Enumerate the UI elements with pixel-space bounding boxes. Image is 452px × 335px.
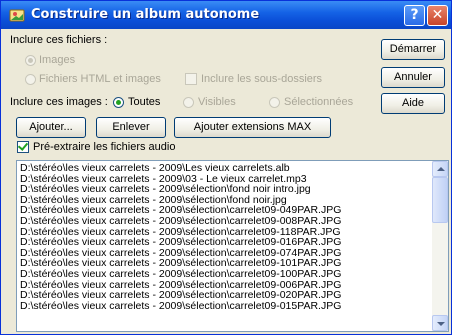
file-list-items: D:\stéréo\les vieux carrelets - 2009\Les… <box>20 163 428 311</box>
checkbox-preextract-audio[interactable] <box>17 140 29 153</box>
title-help-button[interactable]: ? <box>404 5 425 26</box>
scroll-thumb[interactable] <box>432 177 448 223</box>
title-close-button[interactable]: ✕ <box>427 5 448 26</box>
scroll-up-button[interactable] <box>432 161 448 177</box>
list-item[interactable]: D:\stéréo\les vieux carrelets - 2009\sél… <box>20 301 428 312</box>
window-title: Construire un album autonome <box>31 7 260 22</box>
list-item[interactable]: D:\stéréo\les vieux carrelets - 2009\sél… <box>20 227 428 238</box>
radio-visible[interactable] <box>183 97 194 108</box>
file-listbox[interactable]: D:\stéréo\les vieux carrelets - 2009\Les… <box>16 160 449 332</box>
list-item[interactable]: D:\stéréo\les vieux carrelets - 2009\sél… <box>20 248 428 259</box>
list-item[interactable]: D:\stéréo\les vieux carrelets - 2009\sél… <box>20 280 428 291</box>
list-item[interactable]: D:\stéréo\les vieux carrelets - 2009\sél… <box>20 216 428 227</box>
scroll-down-button[interactable] <box>432 315 448 331</box>
radio-html-images[interactable] <box>25 74 36 85</box>
help-button[interactable]: Aide <box>381 93 445 114</box>
list-item[interactable]: D:\stéréo\les vieux carrelets - 2009\sél… <box>20 290 428 301</box>
include-images-label: Inclure ces images : <box>10 96 108 108</box>
radio-selected[interactable] <box>269 97 280 108</box>
add-max-extensions-button[interactable]: Ajouter extensions MAX <box>174 117 331 138</box>
list-item[interactable]: D:\stéréo\les vieux carrelets - 2009\sél… <box>20 184 428 195</box>
list-item[interactable]: D:\stéréo\les vieux carrelets - 2009\sél… <box>20 195 428 206</box>
remove-button[interactable]: Enlever <box>96 117 166 138</box>
title-bar[interactable]: Construire un album autonome ? ✕ <box>1 1 451 29</box>
start-button[interactable]: Démarrer <box>381 39 445 60</box>
radio-all-label: Toutes <box>128 96 161 108</box>
radio-visible-label: Visibles <box>198 96 236 108</box>
list-item[interactable]: D:\stéréo\les vieux carrelets - 2009\03 … <box>20 174 428 185</box>
radio-all[interactable] <box>113 97 124 108</box>
include-files-label: Inclure ces fichiers : <box>10 34 108 46</box>
list-item[interactable]: D:\stéréo\les vieux carrelets - 2009\sél… <box>20 269 428 280</box>
radio-images[interactable] <box>25 55 36 66</box>
cancel-button[interactable]: Annuler <box>381 67 445 88</box>
list-item[interactable]: D:\stéréo\les vieux carrelets - 2009\sél… <box>20 237 428 248</box>
checkbox-subfolders-label: Inclure les sous-dossiers <box>201 73 323 85</box>
list-item[interactable]: D:\stéréo\les vieux carrelets - 2009\sél… <box>20 258 428 269</box>
checkbox-preextract-audio-label: Pré-extraire les fichiers audio <box>33 141 176 153</box>
list-item[interactable]: D:\stéréo\les vieux carrelets - 2009\sél… <box>20 205 428 216</box>
radio-selected-label: Sélectionnées <box>284 96 354 108</box>
scroll-down-arrow-icon <box>437 322 445 326</box>
add-button[interactable]: Ajouter... <box>16 117 86 138</box>
list-item[interactable]: D:\stéréo\les vieux carrelets - 2009\Les… <box>20 163 428 174</box>
dialog-window: Construire un album autonome ? ✕ Inclure… <box>0 0 452 335</box>
radio-images-label: Images <box>39 54 76 66</box>
scroll-up-arrow-icon <box>437 167 445 171</box>
checkbox-subfolders[interactable] <box>185 73 197 85</box>
vertical-scrollbar[interactable] <box>432 161 448 331</box>
radio-html-images-label: Fichiers HTML et images <box>39 73 161 85</box>
album-icon <box>9 9 25 22</box>
